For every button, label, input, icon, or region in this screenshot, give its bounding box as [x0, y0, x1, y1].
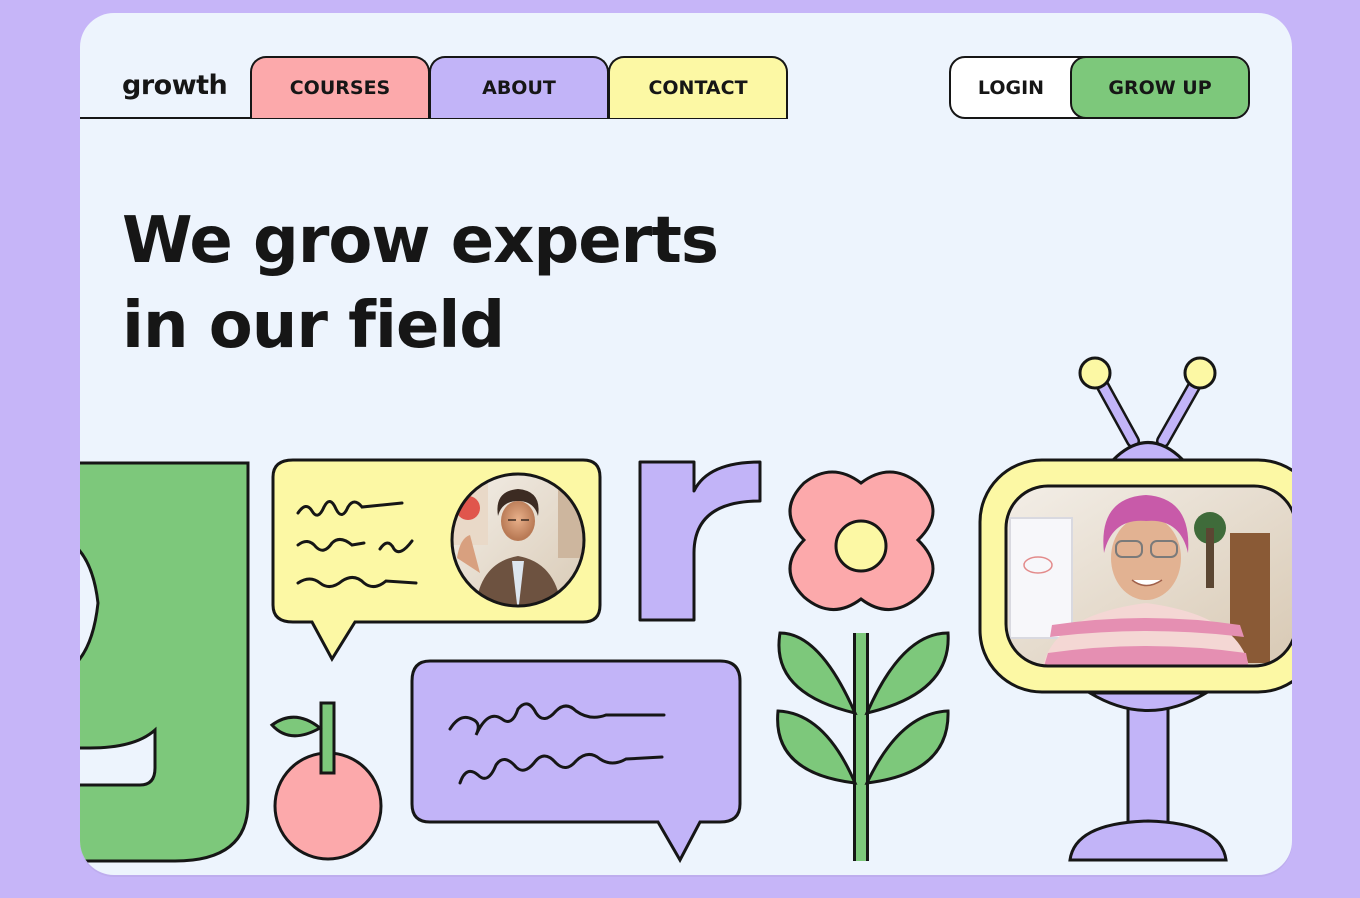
hero-illustration: [80, 356, 1292, 864]
letter-r-shape: [638, 460, 762, 622]
landing-card: growth COURSES ABOUT CONTACT LOGIN GROW …: [80, 13, 1292, 875]
video-photo-person[interactable]: [1004, 484, 1292, 673]
chat-bubble-purple: [410, 659, 742, 864]
flower-icon: [776, 470, 950, 861]
letter-g-shape: [80, 461, 250, 863]
chat-bubble-yellow: [271, 458, 602, 662]
apple-icon: [269, 701, 383, 861]
tv-set-icon: [978, 356, 1292, 862]
